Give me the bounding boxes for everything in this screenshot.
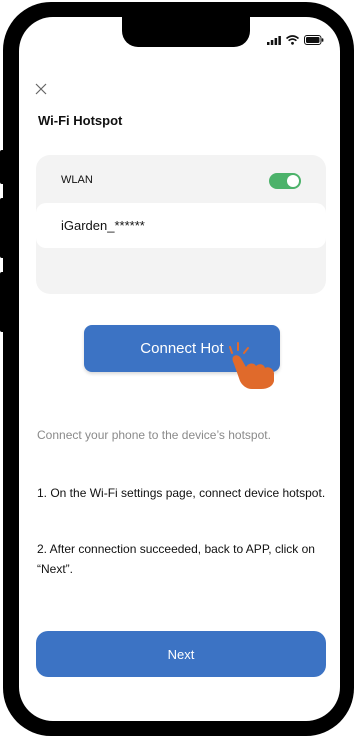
hint-text: Connect your phone to the device’s hotsp… (37, 428, 271, 442)
network-name: iGarden_****** (61, 218, 145, 233)
network-name-field[interactable]: iGarden_****** (36, 203, 326, 248)
battery-icon (304, 35, 324, 45)
close-icon[interactable] (35, 83, 47, 95)
side-button (0, 272, 5, 332)
next-button[interactable]: Next (36, 631, 326, 677)
wifi-card: WLAN iGarden_****** (36, 155, 326, 294)
notch (122, 17, 250, 47)
wlan-label: WLAN (61, 174, 93, 186)
instruction-step-1: 1. On the Wi-Fi settings page, connect d… (37, 486, 326, 500)
signal-icon (267, 35, 281, 45)
wlan-toggle[interactable] (269, 173, 301, 189)
app-screen: Wi-Fi Hotspot WLAN iGarden_****** Connec… (19, 17, 340, 721)
status-bar (267, 35, 324, 45)
instruction-step-2: 2. After connection succeeded, back to A… (37, 542, 315, 576)
tap-hand-icon (229, 342, 274, 389)
page-title: Wi-Fi Hotspot (38, 113, 123, 128)
next-button-label: Next (167, 646, 195, 662)
connect-hotspot-label: Connect Hot (140, 340, 224, 357)
wifi-icon (286, 35, 299, 45)
side-button (0, 150, 5, 184)
side-button (0, 198, 5, 258)
